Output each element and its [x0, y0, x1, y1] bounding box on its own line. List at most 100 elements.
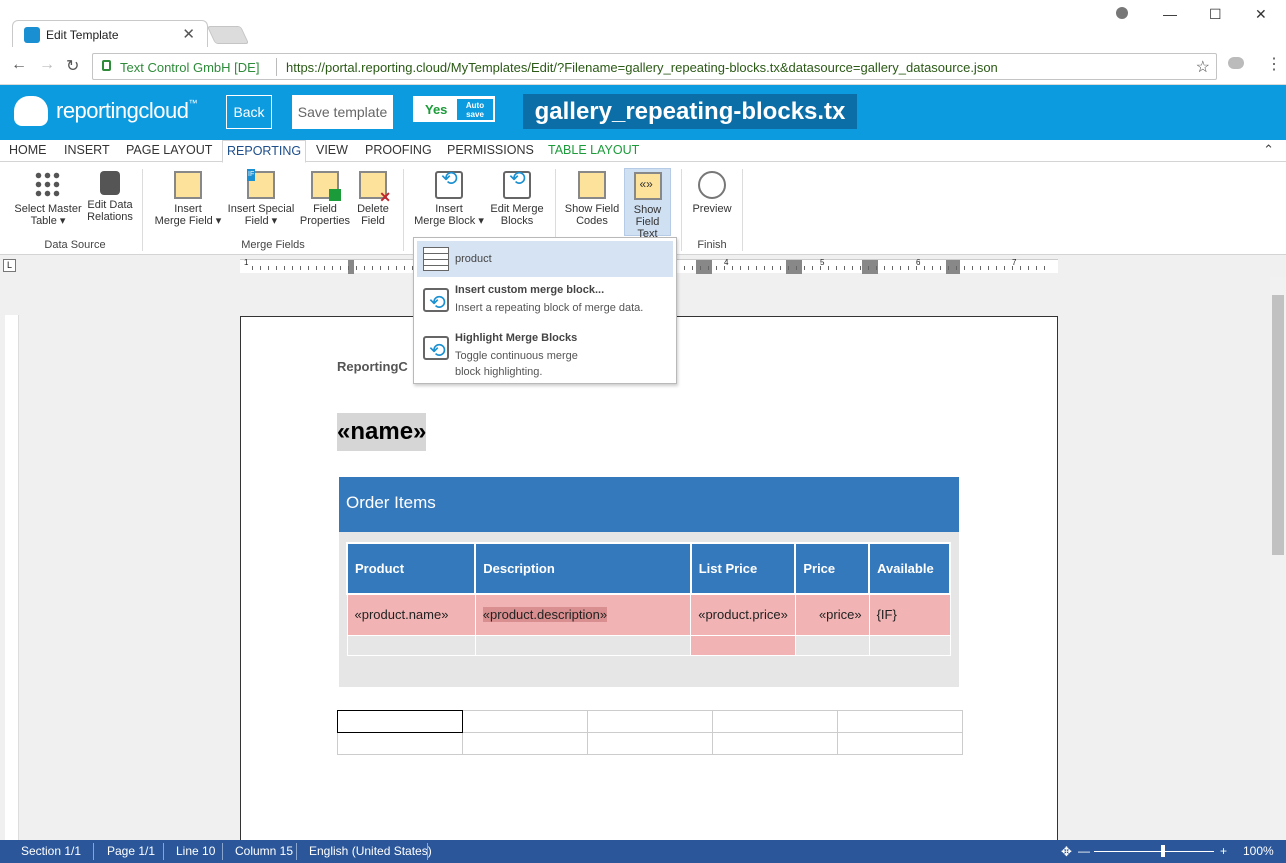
- table-cell[interactable]: [868, 634, 951, 656]
- save-template-button[interactable]: Save template: [292, 95, 393, 129]
- table-cell[interactable]: «product.description»: [474, 593, 692, 636]
- table-row[interactable]: [337, 732, 963, 755]
- table-cell[interactable]: «price»: [794, 593, 870, 636]
- empty-table[interactable]: [337, 710, 963, 755]
- tab-insert[interactable]: INSERT: [64, 143, 110, 157]
- url-text[interactable]: https://portal.reporting.cloud/MyTemplat…: [286, 60, 998, 75]
- table-cell[interactable]: [690, 634, 796, 656]
- maximize-icon[interactable]: ☐: [1209, 6, 1222, 23]
- ruler-tick: [844, 266, 845, 270]
- table-cell[interactable]: [462, 732, 588, 755]
- edit-relations-label-2: Relations: [87, 211, 133, 223]
- reload-icon[interactable]: ↻: [66, 56, 79, 76]
- table-row[interactable]: «product.name» «product.description» «pr…: [346, 593, 951, 636]
- select-master-table-button[interactable]: Select Master Table ▾: [13, 171, 83, 227]
- table-cell[interactable]: [587, 732, 713, 755]
- table-row[interactable]: [346, 634, 951, 656]
- fit-page-icon[interactable]: ✥: [1061, 844, 1072, 860]
- dropdown-item-insert-custom[interactable]: Insert custom merge block... Insert a re…: [417, 282, 673, 326]
- column-header[interactable]: Price: [794, 542, 871, 595]
- column-header[interactable]: List Price: [689, 542, 797, 595]
- header-text[interactable]: ReportingC: [337, 359, 408, 374]
- column-header[interactable]: Available: [868, 542, 951, 595]
- new-tab-button[interactable]: [206, 26, 250, 44]
- column-header[interactable]: Product: [345, 542, 477, 595]
- order-items-table[interactable]: Product Description List Price Price Ava…: [345, 542, 951, 656]
- table-cell[interactable]: [474, 634, 692, 656]
- autosave-toggle[interactable]: Yes Auto save: [413, 96, 495, 122]
- table-cell[interactable]: {IF}: [868, 593, 951, 636]
- insert-merge-block-button[interactable]: InsertMerge Block ▾: [412, 171, 486, 227]
- back-button[interactable]: Back: [226, 95, 272, 129]
- browser-tab[interactable]: Edit Template ✕: [12, 20, 208, 47]
- insert-special-field-button[interactable]: IF Insert Special Field ▾: [226, 169, 296, 227]
- zoom-slider-thumb[interactable]: [1161, 845, 1165, 857]
- show-field-codes-button[interactable]: Show Field Codes: [563, 171, 621, 227]
- tab-close-icon[interactable]: ✕: [182, 25, 195, 43]
- tab-reporting[interactable]: REPORTING: [222, 140, 307, 163]
- table-cell[interactable]: [337, 732, 463, 755]
- browser-menu-icon[interactable]: ⋮: [1266, 54, 1282, 74]
- tab-proofing[interactable]: PROOFING: [365, 143, 432, 157]
- table-cell[interactable]: [837, 710, 963, 733]
- tab-page-layout[interactable]: PAGE LAYOUT: [126, 143, 212, 157]
- show-field-text-button[interactable]: «» Show Field Text: [624, 168, 671, 240]
- ruler-tick: [788, 266, 789, 270]
- ruler-tick: [996, 266, 997, 270]
- table-cell[interactable]: [337, 710, 463, 733]
- table-cell[interactable]: [712, 710, 838, 733]
- tab-stop-selector[interactable]: L: [3, 259, 16, 272]
- table-row[interactable]: [337, 710, 963, 733]
- ruler-tick: [868, 266, 869, 270]
- column-header[interactable]: Description: [474, 542, 692, 595]
- url-bar[interactable]: Text Control GmbH [DE] https://portal.re…: [92, 53, 1217, 80]
- table-cell[interactable]: «product.name»: [346, 593, 476, 636]
- back-arrow-icon[interactable]: ←: [11, 56, 27, 74]
- bookmark-star-icon[interactable]: ☆: [1196, 57, 1210, 77]
- vertical-scrollbar[interactable]: [1270, 277, 1286, 840]
- table-cell[interactable]: «product.price»: [690, 593, 796, 636]
- field-properties-button[interactable]: Field Properties: [298, 171, 352, 227]
- zoom-in-icon[interactable]: +: [1220, 844, 1227, 858]
- description-merge-field[interactable]: «product.description»: [482, 607, 608, 623]
- tab-permissions[interactable]: PERMISSIONS: [447, 143, 534, 157]
- column-marker[interactable]: [696, 260, 712, 274]
- tab-table-layout[interactable]: TABLE LAYOUT: [548, 143, 639, 157]
- dropdown-item-label: product: [455, 253, 492, 265]
- table-cell[interactable]: [837, 732, 963, 755]
- edit-data-relations-button[interactable]: Edit Data Relations: [86, 171, 134, 223]
- table-cell[interactable]: [462, 710, 588, 733]
- insert-merge-field-button[interactable]: Insert Merge Field ▾: [152, 171, 224, 227]
- minimize-icon[interactable]: —: [1163, 6, 1177, 22]
- name-merge-field[interactable]: «name»: [337, 413, 427, 451]
- extension-icon[interactable]: [1228, 57, 1244, 69]
- tab-view[interactable]: VIEW: [316, 143, 348, 157]
- ruler-tick: [396, 266, 397, 270]
- tab-home[interactable]: HOME: [9, 143, 47, 157]
- collapse-ribbon-icon[interactable]: ⌃: [1263, 142, 1274, 158]
- ruler-tick: [276, 266, 277, 270]
- zoom-slider[interactable]: [1094, 851, 1214, 852]
- profile-icon[interactable]: [1116, 7, 1128, 19]
- document-page[interactable]: ReportingC «name» Order Items Product De…: [240, 316, 1058, 846]
- autosave-label-line2: save: [466, 110, 484, 119]
- preview-button[interactable]: Preview: [690, 171, 734, 215]
- table-cell[interactable]: [794, 634, 870, 656]
- order-items-block[interactable]: Order Items Product Description List Pri…: [339, 477, 959, 687]
- vertical-ruler[interactable]: [5, 315, 19, 840]
- table-cell[interactable]: [712, 732, 838, 755]
- delete-field-button[interactable]: ✕ Delete Field: [354, 171, 392, 227]
- scrollbar-thumb[interactable]: [1272, 295, 1284, 555]
- ruler-tick: [1028, 266, 1029, 270]
- order-items-title[interactable]: Order Items: [339, 477, 959, 532]
- zoom-out-icon[interactable]: —: [1078, 844, 1090, 858]
- table-cell[interactable]: [587, 710, 713, 733]
- close-window-icon[interactable]: ✕: [1255, 6, 1267, 23]
- highlight-blocks-icon: [423, 336, 449, 363]
- dropdown-item-highlight[interactable]: Highlight Merge Blocks Toggle continuous…: [417, 330, 673, 380]
- forward-arrow-icon[interactable]: →: [39, 56, 55, 74]
- dropdown-item-product[interactable]: product: [417, 241, 673, 277]
- status-language[interactable]: English (United States): [309, 844, 432, 858]
- table-cell[interactable]: [346, 634, 476, 656]
- edit-merge-blocks-button[interactable]: Edit MergeBlocks: [489, 171, 545, 227]
